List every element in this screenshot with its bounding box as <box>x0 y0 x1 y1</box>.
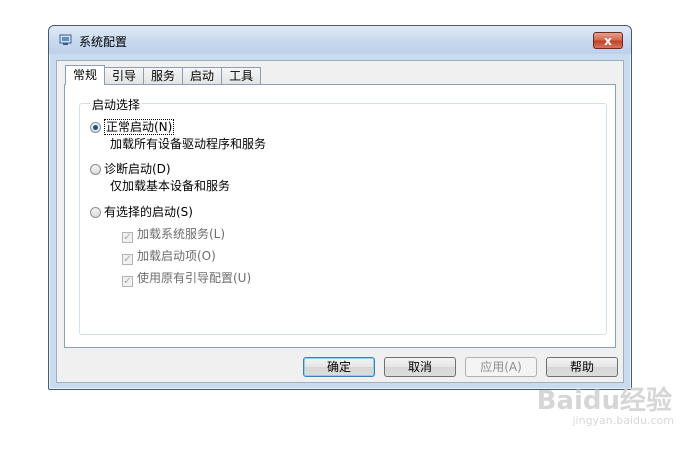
group-label: 启动选择 <box>90 96 143 113</box>
load-startup-items-label: 加载启动项(O) <box>137 249 216 263</box>
diagnostic-startup-description: 仅加载基本设备和服务 <box>110 179 231 193</box>
system-config-app-icon <box>59 34 72 45</box>
diagnostic-startup-label: 诊断启动(D) <box>104 162 171 176</box>
radio-unselected-icon <box>90 207 101 218</box>
use-original-boot-config-label: 使用原有引导配置(U) <box>137 271 252 285</box>
checkmark-icon: ✓ <box>122 276 133 287</box>
window-title: 系统配置 <box>79 35 128 49</box>
title-bar[interactable]: 系统配置 x <box>49 26 631 54</box>
tab-strip: 常规 引导 服务 启动 工具 <box>65 65 262 85</box>
normal-startup-radio[interactable]: 正常启动(N) <box>90 118 175 135</box>
dialog-body: 常规 引导 服务 启动 工具 启动选择 正常启动(N) 加载所有设备驱动程序和服… <box>56 60 624 383</box>
tab-tools[interactable]: 工具 <box>221 67 262 85</box>
checkmark-icon: ✓ <box>122 232 133 243</box>
radio-selected-icon <box>90 122 101 133</box>
baidu-watermark: Baidu经验 <box>536 386 672 416</box>
help-button[interactable]: 帮助 <box>546 357 618 377</box>
startup-selection-group: 启动选择 正常启动(N) 加载所有设备驱动程序和服务 诊断启动(D) 仅加载基本… <box>79 96 607 335</box>
close-icon: x <box>604 33 612 48</box>
load-startup-items-checkbox[interactable]: ✓ 加载启动项(O) <box>122 247 216 265</box>
general-tab-panel: 启动选择 正常启动(N) 加载所有设备驱动程序和服务 诊断启动(D) 仅加载基本… <box>64 84 616 348</box>
selective-startup-label: 有选择的启动(S) <box>104 205 193 219</box>
close-button[interactable]: x <box>593 32 623 49</box>
tab-startup[interactable]: 启动 <box>182 67 223 85</box>
ok-button[interactable]: 确定 <box>303 357 375 377</box>
apply-button[interactable]: 应用(A) <box>465 357 537 377</box>
use-original-boot-config-checkbox[interactable]: ✓ 使用原有引导配置(U) <box>122 269 251 287</box>
radio-unselected-icon <box>90 164 101 175</box>
selective-startup-radio[interactable]: 有选择的启动(S) <box>90 203 193 220</box>
cancel-button[interactable]: 取消 <box>384 357 456 377</box>
tab-services[interactable]: 服务 <box>143 67 184 85</box>
load-system-services-label: 加载系统服务(L) <box>137 227 226 241</box>
checkmark-icon: ✓ <box>122 254 133 265</box>
normal-startup-label: 正常启动(N) <box>104 119 175 135</box>
normal-startup-description: 加载所有设备驱动程序和服务 <box>110 137 267 151</box>
tab-general[interactable]: 常规 <box>65 65 106 85</box>
load-system-services-checkbox[interactable]: ✓ 加载系统服务(L) <box>122 225 225 243</box>
diagnostic-startup-radio[interactable]: 诊断启动(D) <box>90 160 171 177</box>
baidu-watermark-url: jingyan.baidu.com <box>572 414 674 427</box>
tab-boot[interactable]: 引导 <box>104 67 145 85</box>
system-config-window: 系统配置 x 常规 引导 服务 启动 工具 启动选择 正常启动(N) 加载所有设… <box>48 25 632 390</box>
